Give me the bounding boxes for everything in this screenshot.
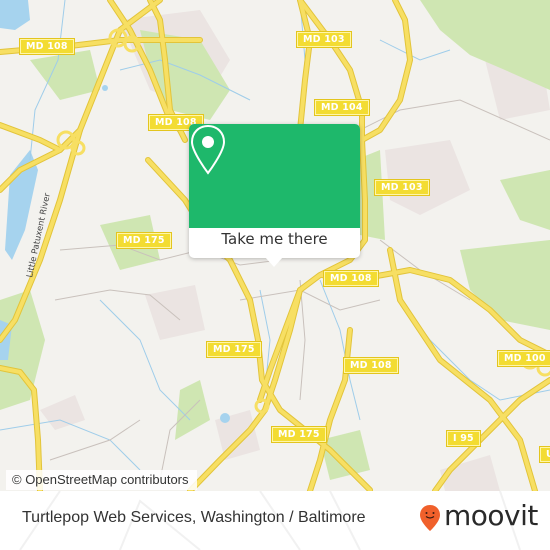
road-label-md104: MD 104 xyxy=(314,99,370,116)
road-label-partial: U xyxy=(539,446,550,463)
road-label-md108: MD 108 xyxy=(343,357,399,374)
map-pin-icon xyxy=(190,124,226,175)
road-label-md108: MD 108 xyxy=(19,38,75,55)
road-label-md175: MD 175 xyxy=(271,426,327,443)
moovit-logo[interactable]: moovit xyxy=(444,499,538,532)
road-label-md108: MD 108 xyxy=(323,270,379,287)
place-title: Turtlepop Web Services, Washington / Bal… xyxy=(22,509,366,526)
road-label-md103: MD 103 xyxy=(374,179,430,196)
popup-pointer xyxy=(265,257,283,267)
location-popup[interactable]: Take me there xyxy=(189,124,360,267)
map-view[interactable]: Little Patuxent River MD 108 MD 103 MD 1… xyxy=(0,0,550,491)
take-me-there-button[interactable]: Take me there xyxy=(189,230,360,248)
map-attribution[interactable]: © OpenStreetMap contributors xyxy=(6,470,197,490)
moovit-pin-icon xyxy=(420,505,440,531)
popup-header[interactable] xyxy=(189,124,360,228)
road-label-md175: MD 175 xyxy=(206,341,262,358)
road-label-i95: I 95 xyxy=(446,430,481,447)
road-label-md175: MD 175 xyxy=(116,232,172,249)
road-label-md100: MD 100 xyxy=(497,350,550,367)
road-label-md103: MD 103 xyxy=(296,31,352,48)
